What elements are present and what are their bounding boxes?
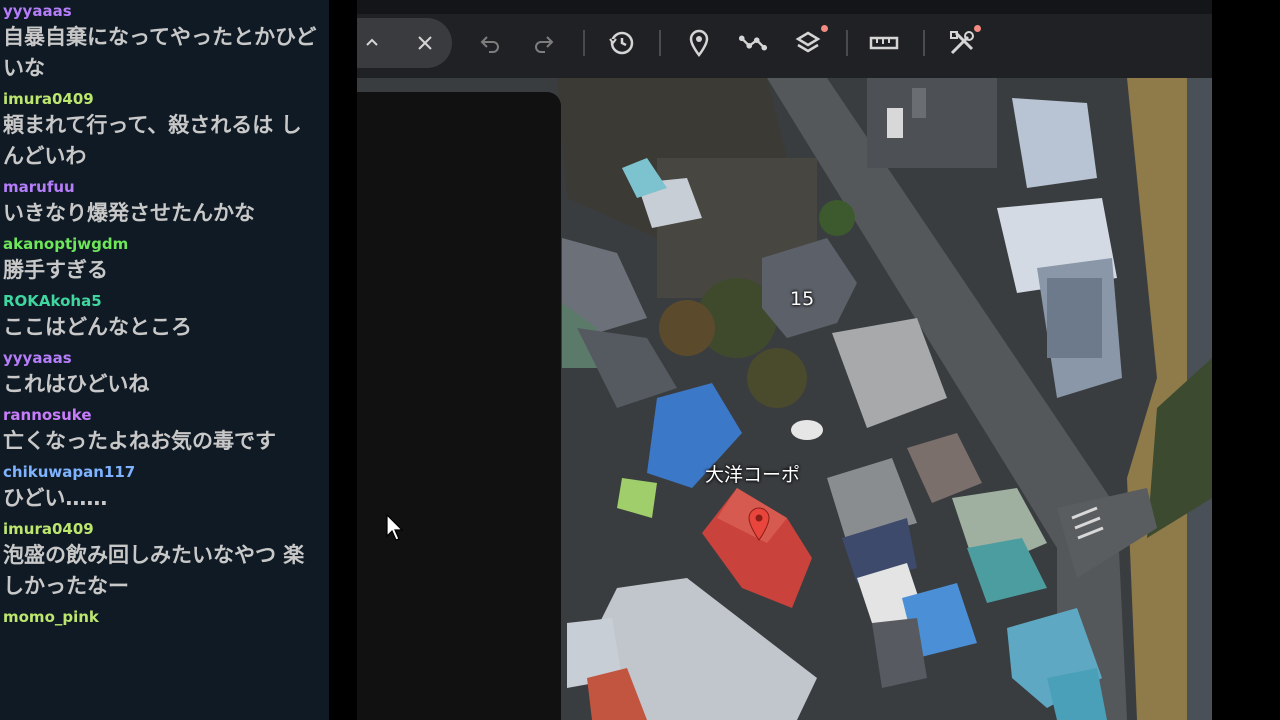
chat-username[interactable]: imura0409 <box>3 518 321 540</box>
frame-edge <box>1212 0 1280 720</box>
chat-username[interactable]: momo_pink <box>3 606 321 628</box>
toolbar-separator <box>846 30 848 56</box>
path-icon[interactable] <box>738 28 768 58</box>
chat-message: marufuu いきなり爆発させたんかな <box>0 176 329 233</box>
history-icon[interactable] <box>607 28 637 58</box>
notification-dot <box>974 25 981 32</box>
tools-icon[interactable] <box>947 28 977 58</box>
ruler-icon[interactable] <box>869 28 899 58</box>
chat-message: yyyaaas 自暴自棄になってやったとかひどいな <box>0 0 329 88</box>
side-panel <box>357 92 561 720</box>
chat-message: imura0409 頼まれて行って、殺されるは しんどいわ <box>0 88 329 176</box>
redo-icon[interactable] <box>529 28 559 58</box>
mouse-cursor-icon <box>386 514 404 541</box>
chat-username[interactable]: imura0409 <box>3 88 321 110</box>
chat-message-text: これはひどいね <box>3 372 150 396</box>
chat-username[interactable]: chikuwapan117 <box>3 461 321 483</box>
divider <box>329 0 357 720</box>
chat-message-text: 頼まれて行って、殺されるは しんどいわ <box>3 113 302 168</box>
chat-message-text: 泡盛の飲み回しみたいなやつ 楽しかったなー <box>3 543 305 598</box>
chat-username[interactable]: yyyaaas <box>3 347 321 369</box>
chat-message: yyyaaas これはひどいね <box>0 347 329 404</box>
chat-message-text: ひどい…… <box>3 486 108 510</box>
chat-username[interactable]: marufuu <box>3 176 321 198</box>
chat-message-text: 勝手すぎる <box>3 258 108 282</box>
toolbar-separator <box>923 30 925 56</box>
chat-message-text: 自暴自棄になってやったとかひどいな <box>3 25 317 80</box>
place-label[interactable]: 大洋コーポ <box>705 460 800 487</box>
chat-message: momo_pink <box>0 606 329 628</box>
chat-message-text: いきなり爆発させたんかな <box>3 201 255 225</box>
chat-message: ROKAkoha5 ここはどんなところ <box>0 290 329 347</box>
chevron-up-icon[interactable] <box>357 28 387 58</box>
toolbar-separator <box>659 30 661 56</box>
notification-dot <box>821 25 828 32</box>
undo-icon[interactable] <box>475 28 505 58</box>
toolbar-separator <box>583 30 585 56</box>
building-number-label: 15 <box>790 288 815 310</box>
title-strip <box>357 0 1212 14</box>
chat-panel: yyyaaas 自暴自棄になってやったとかひどいな imura0409 頼まれて行って… <box>0 0 329 720</box>
placemark-icon[interactable] <box>684 28 714 58</box>
chat-message-text: ここはどんなところ <box>3 315 192 339</box>
chat-message-text: 亡くなったよねお気の毒です <box>3 429 276 453</box>
chat-message: imura0409 泡盛の飲み回しみたいなやつ 楽しかったなー <box>0 518 329 606</box>
chat-username[interactable]: rannosuke <box>3 404 321 426</box>
chat-message: rannosuke 亡くなったよねお気の毒です <box>0 404 329 461</box>
chat-username[interactable]: ROKAkoha5 <box>3 290 321 312</box>
close-icon[interactable] <box>410 28 440 58</box>
map-application: 15 大洋コーポ <box>357 0 1212 720</box>
chat-message: chikuwapan117 ひどい…… <box>0 461 329 518</box>
chat-username[interactable]: yyyaaas <box>3 0 321 22</box>
layers-icon[interactable] <box>793 28 823 58</box>
chat-message: akanoptjwgdm 勝手すぎる <box>0 233 329 290</box>
chat-username[interactable]: akanoptjwgdm <box>3 233 321 255</box>
